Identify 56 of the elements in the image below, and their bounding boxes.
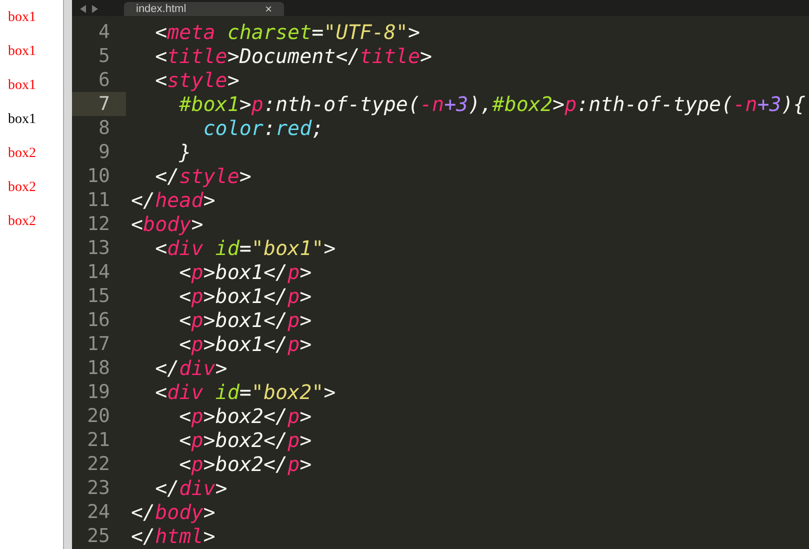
code-line: <p>box2</p>: [178, 428, 312, 452]
line-number: 11: [86, 188, 111, 212]
code-line: <p>box1</p>: [178, 308, 312, 332]
code-line: <p>box2</p>: [178, 452, 312, 476]
forward-arrow-icon[interactable]: [92, 5, 98, 13]
code-line: <div id="box2">: [154, 380, 336, 404]
line-number: 21: [86, 428, 111, 452]
paragraph-text: box1: [8, 111, 37, 129]
line-number: 22: [86, 452, 111, 476]
paragraph-text: box2: [8, 213, 37, 231]
line-number: 13: [86, 236, 111, 260]
code-line: }: [178, 140, 192, 164]
line-number: 25: [86, 524, 111, 548]
paragraph-text: box1: [8, 43, 37, 61]
code-line: <body>: [130, 212, 204, 236]
code-line: #box1>p:nth-of-type(-n+3),#box2>p:nth-of-type(-n+3){: [178, 92, 806, 116]
file-tab[interactable]: index.html ×: [124, 2, 284, 16]
paragraph-text: box1: [8, 77, 37, 95]
code-line: <p>box1</p>: [178, 260, 312, 284]
code-line: </div>: [154, 356, 228, 380]
code-line: </head>: [130, 188, 216, 212]
line-number: 4: [98, 20, 111, 44]
code-line: <p>box2</p>: [178, 404, 312, 428]
line-number: 24: [86, 500, 111, 524]
line-number: 19: [86, 380, 111, 404]
line-number: 5: [98, 44, 111, 68]
code-line: <meta charset="UTF-8">: [154, 20, 420, 44]
close-icon[interactable]: ×: [264, 3, 272, 15]
line-number: 7: [72, 92, 126, 116]
paragraph-text: box2: [8, 179, 37, 197]
paragraph-text: box1: [8, 9, 37, 27]
line-number: 12: [86, 212, 111, 236]
line-number: 20: [86, 404, 111, 428]
code-line: </html>: [130, 524, 216, 548]
code-line: color:red;: [202, 116, 324, 140]
code-line: <title>Document</title>: [154, 44, 432, 68]
line-number: 10: [86, 164, 111, 188]
line-number: 17: [86, 332, 111, 356]
line-number: 9: [98, 140, 111, 164]
line-number: 18: [86, 356, 111, 380]
line-number: 6: [98, 68, 111, 92]
back-arrow-icon[interactable]: [80, 5, 86, 13]
line-number: 14: [86, 260, 111, 284]
code-line: </div>: [154, 476, 228, 500]
code-line: <style>: [154, 68, 240, 92]
paragraph-text: box2: [8, 145, 37, 163]
line-number: 8: [98, 116, 111, 140]
line-number: 23: [86, 476, 111, 500]
code-line: </style>: [154, 164, 252, 188]
code-line: <div id="box1">: [154, 236, 336, 260]
code-line: <p>box1</p>: [178, 284, 312, 308]
line-number: 16: [86, 308, 111, 332]
line-number: 15: [86, 284, 111, 308]
code-line: </body>: [130, 500, 216, 524]
code-line: <p>box1</p>: [178, 332, 312, 356]
tab-label: index.html: [136, 3, 186, 15]
